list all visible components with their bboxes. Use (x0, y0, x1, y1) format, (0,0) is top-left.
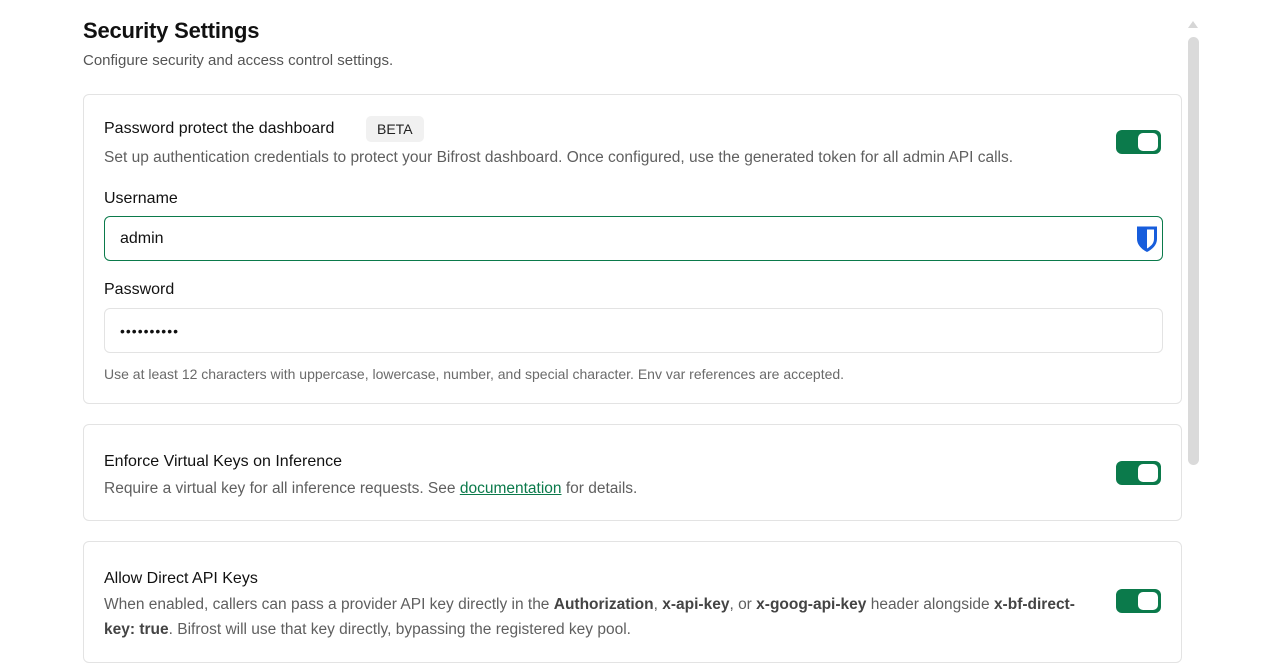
desc-sep-1: , (653, 596, 663, 613)
beta-badge: BETA (366, 116, 424, 142)
bitwarden-shield-icon[interactable] (1135, 225, 1159, 253)
description-prefix: Require a virtual key for all inference … (104, 480, 460, 497)
desc-part-2: header alongside (866, 596, 994, 613)
password-protect-description: Set up authentication credentials to pro… (104, 149, 1014, 166)
page-title: Security Settings (83, 18, 260, 43)
desc-sep-2: , or (729, 596, 757, 613)
password-hint: Use at least 12 characters with uppercas… (104, 366, 845, 382)
desc-part-1: When enabled, callers can pass a provide… (104, 596, 554, 613)
x-api-key-header: x-api-key (662, 596, 730, 613)
password-protect-toggle[interactable] (1116, 130, 1161, 154)
username-label: Username (104, 190, 178, 207)
direct-api-keys-card: Allow Direct API Keys When enabled, call… (83, 541, 1182, 663)
authorization-header: Authorization (553, 596, 654, 613)
x-goog-api-key-header: x-goog-api-key (756, 596, 867, 613)
scroll-up-arrow-icon[interactable] (1188, 21, 1198, 28)
description-suffix: for details. (561, 480, 638, 497)
toggle-knob (1138, 592, 1158, 610)
toggle-knob (1138, 464, 1158, 482)
password-label: Password (104, 281, 175, 298)
direct-api-keys-description: When enabled, callers can pass a provide… (104, 592, 1104, 642)
password-protect-title: Password protect the dashboard (104, 120, 335, 137)
direct-api-keys-title: Allow Direct API Keys (104, 570, 258, 587)
direct-api-keys-toggle[interactable] (1116, 589, 1161, 613)
password-protect-card: Password protect the dashboard BETA Set … (83, 94, 1182, 404)
page-subtitle: Configure security and access control se… (83, 52, 394, 69)
password-input[interactable] (104, 308, 1163, 353)
toggle-knob (1138, 133, 1158, 151)
desc-part-3: . Bifrost will use that key directly, by… (168, 621, 631, 638)
username-input[interactable] (104, 216, 1163, 261)
documentation-link[interactable]: documentation (460, 480, 562, 497)
enforce-virtual-keys-toggle[interactable] (1116, 461, 1161, 485)
enforce-virtual-keys-card: Enforce Virtual Keys on Inference Requir… (83, 424, 1182, 521)
security-settings-page: Security Settings Configure security and… (0, 0, 1270, 669)
enforce-virtual-keys-title: Enforce Virtual Keys on Inference (104, 453, 343, 470)
enforce-virtual-keys-description: Require a virtual key for all inference … (104, 476, 637, 501)
scrollbar-thumb[interactable] (1188, 37, 1199, 465)
